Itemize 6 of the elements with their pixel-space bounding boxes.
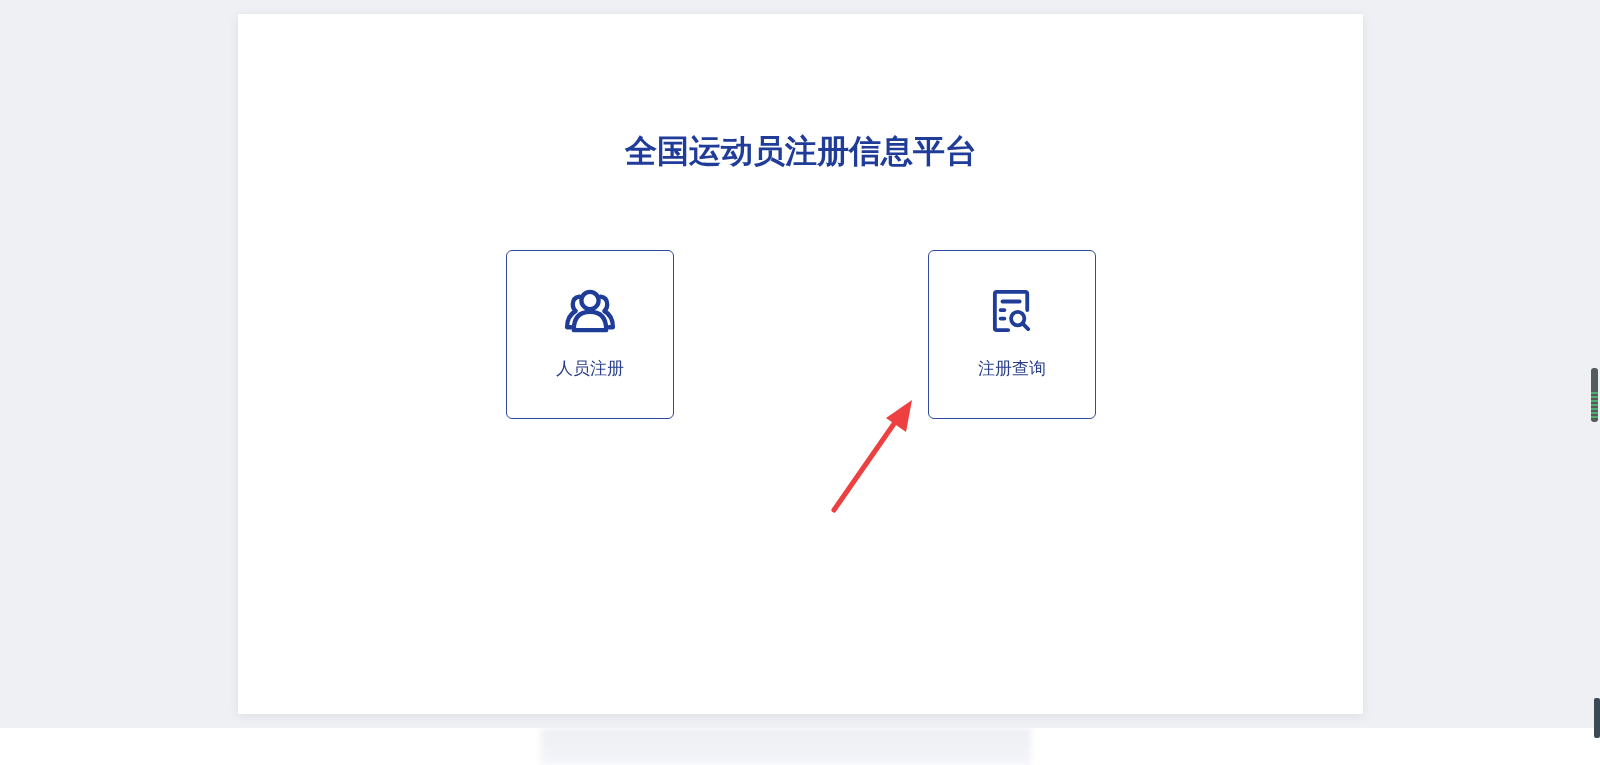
document-search-icon [991,289,1032,334]
menu-tile[interactable]: 注册查询 [927,250,1096,420]
page-title: 全国运动员注册信息平台 [624,132,977,171]
people-icon [562,289,617,334]
menu-tile[interactable]: 人员注册 [505,250,674,420]
volume-meter-icon [1591,368,1598,422]
